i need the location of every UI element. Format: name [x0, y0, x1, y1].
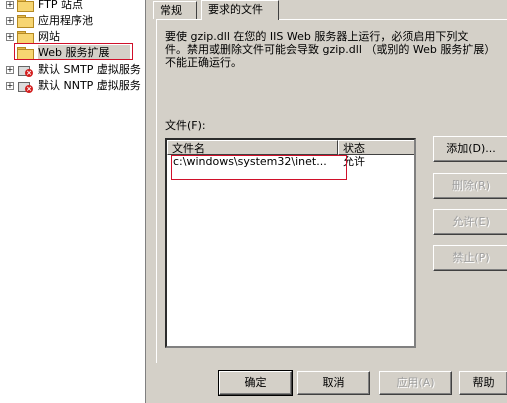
tree-item-label: 默认 SMTP 虚拟服务 — [38, 63, 141, 76]
folder-icon — [17, 31, 34, 44]
column-header-status[interactable]: 状态 — [338, 140, 414, 155]
tab-required-files[interactable]: 要求的文件 — [201, 0, 279, 20]
description-text: 要使 gzip.dll 在您的 IIS Web 服务器上运行，必须启用下列文 件… — [165, 30, 496, 69]
tree-selection-annotation — [14, 43, 133, 60]
properties-dialog: 常规 要求的文件 要使 gzip.dll 在您的 IIS Web 服务器上运行，… — [145, 0, 507, 403]
folder-icon — [17, 0, 34, 12]
deny-button[interactable]: 禁止(P) — [433, 245, 507, 271]
tree-item-default-nntp[interactable]: + × 默认 NNTP 虚拟服务 — [6, 78, 141, 94]
allow-button[interactable]: 允许(E) — [433, 209, 507, 235]
tree-item-ftp-sites[interactable]: + FTP 站点 — [6, 0, 83, 13]
files-label: 文件(F): — [165, 119, 206, 132]
help-button[interactable]: 帮助 — [459, 371, 507, 395]
server-stopped-icon: × — [17, 63, 33, 77]
server-stopped-icon: × — [17, 79, 33, 93]
tab-general[interactable]: 常规 — [153, 1, 197, 19]
iis-tree-pane: + FTP 站点 + 应用程序池 + 网站 Web 服务扩展 + × 默认 SM… — [0, 0, 145, 403]
tree-item-default-smtp[interactable]: + × 默认 SMTP 虚拟服务 — [6, 62, 141, 78]
file-row-annotation — [171, 155, 347, 180]
folder-icon — [17, 15, 34, 28]
tree-item-label: FTP 站点 — [38, 0, 83, 11]
tree-item-label: 应用程序池 — [38, 14, 93, 27]
tree-item-app-pools[interactable]: + 应用程序池 — [6, 13, 93, 29]
column-header-filename[interactable]: 文件名 — [167, 140, 338, 155]
add-button[interactable]: 添加(D)... — [433, 136, 507, 162]
expand-icon[interactable]: + — [6, 82, 14, 90]
ok-button[interactable]: 确定 — [218, 370, 293, 396]
cancel-button[interactable]: 取消 — [297, 371, 370, 395]
expand-icon[interactable]: + — [6, 17, 14, 25]
remove-button[interactable]: 删除(R) — [433, 173, 507, 199]
expand-icon[interactable]: + — [6, 33, 14, 41]
tree-item-label: 默认 NNTP 虚拟服务 — [38, 79, 141, 92]
expand-icon[interactable]: + — [6, 66, 14, 74]
apply-button[interactable]: 应用(A) — [379, 371, 452, 395]
expand-icon[interactable]: + — [6, 1, 14, 9]
